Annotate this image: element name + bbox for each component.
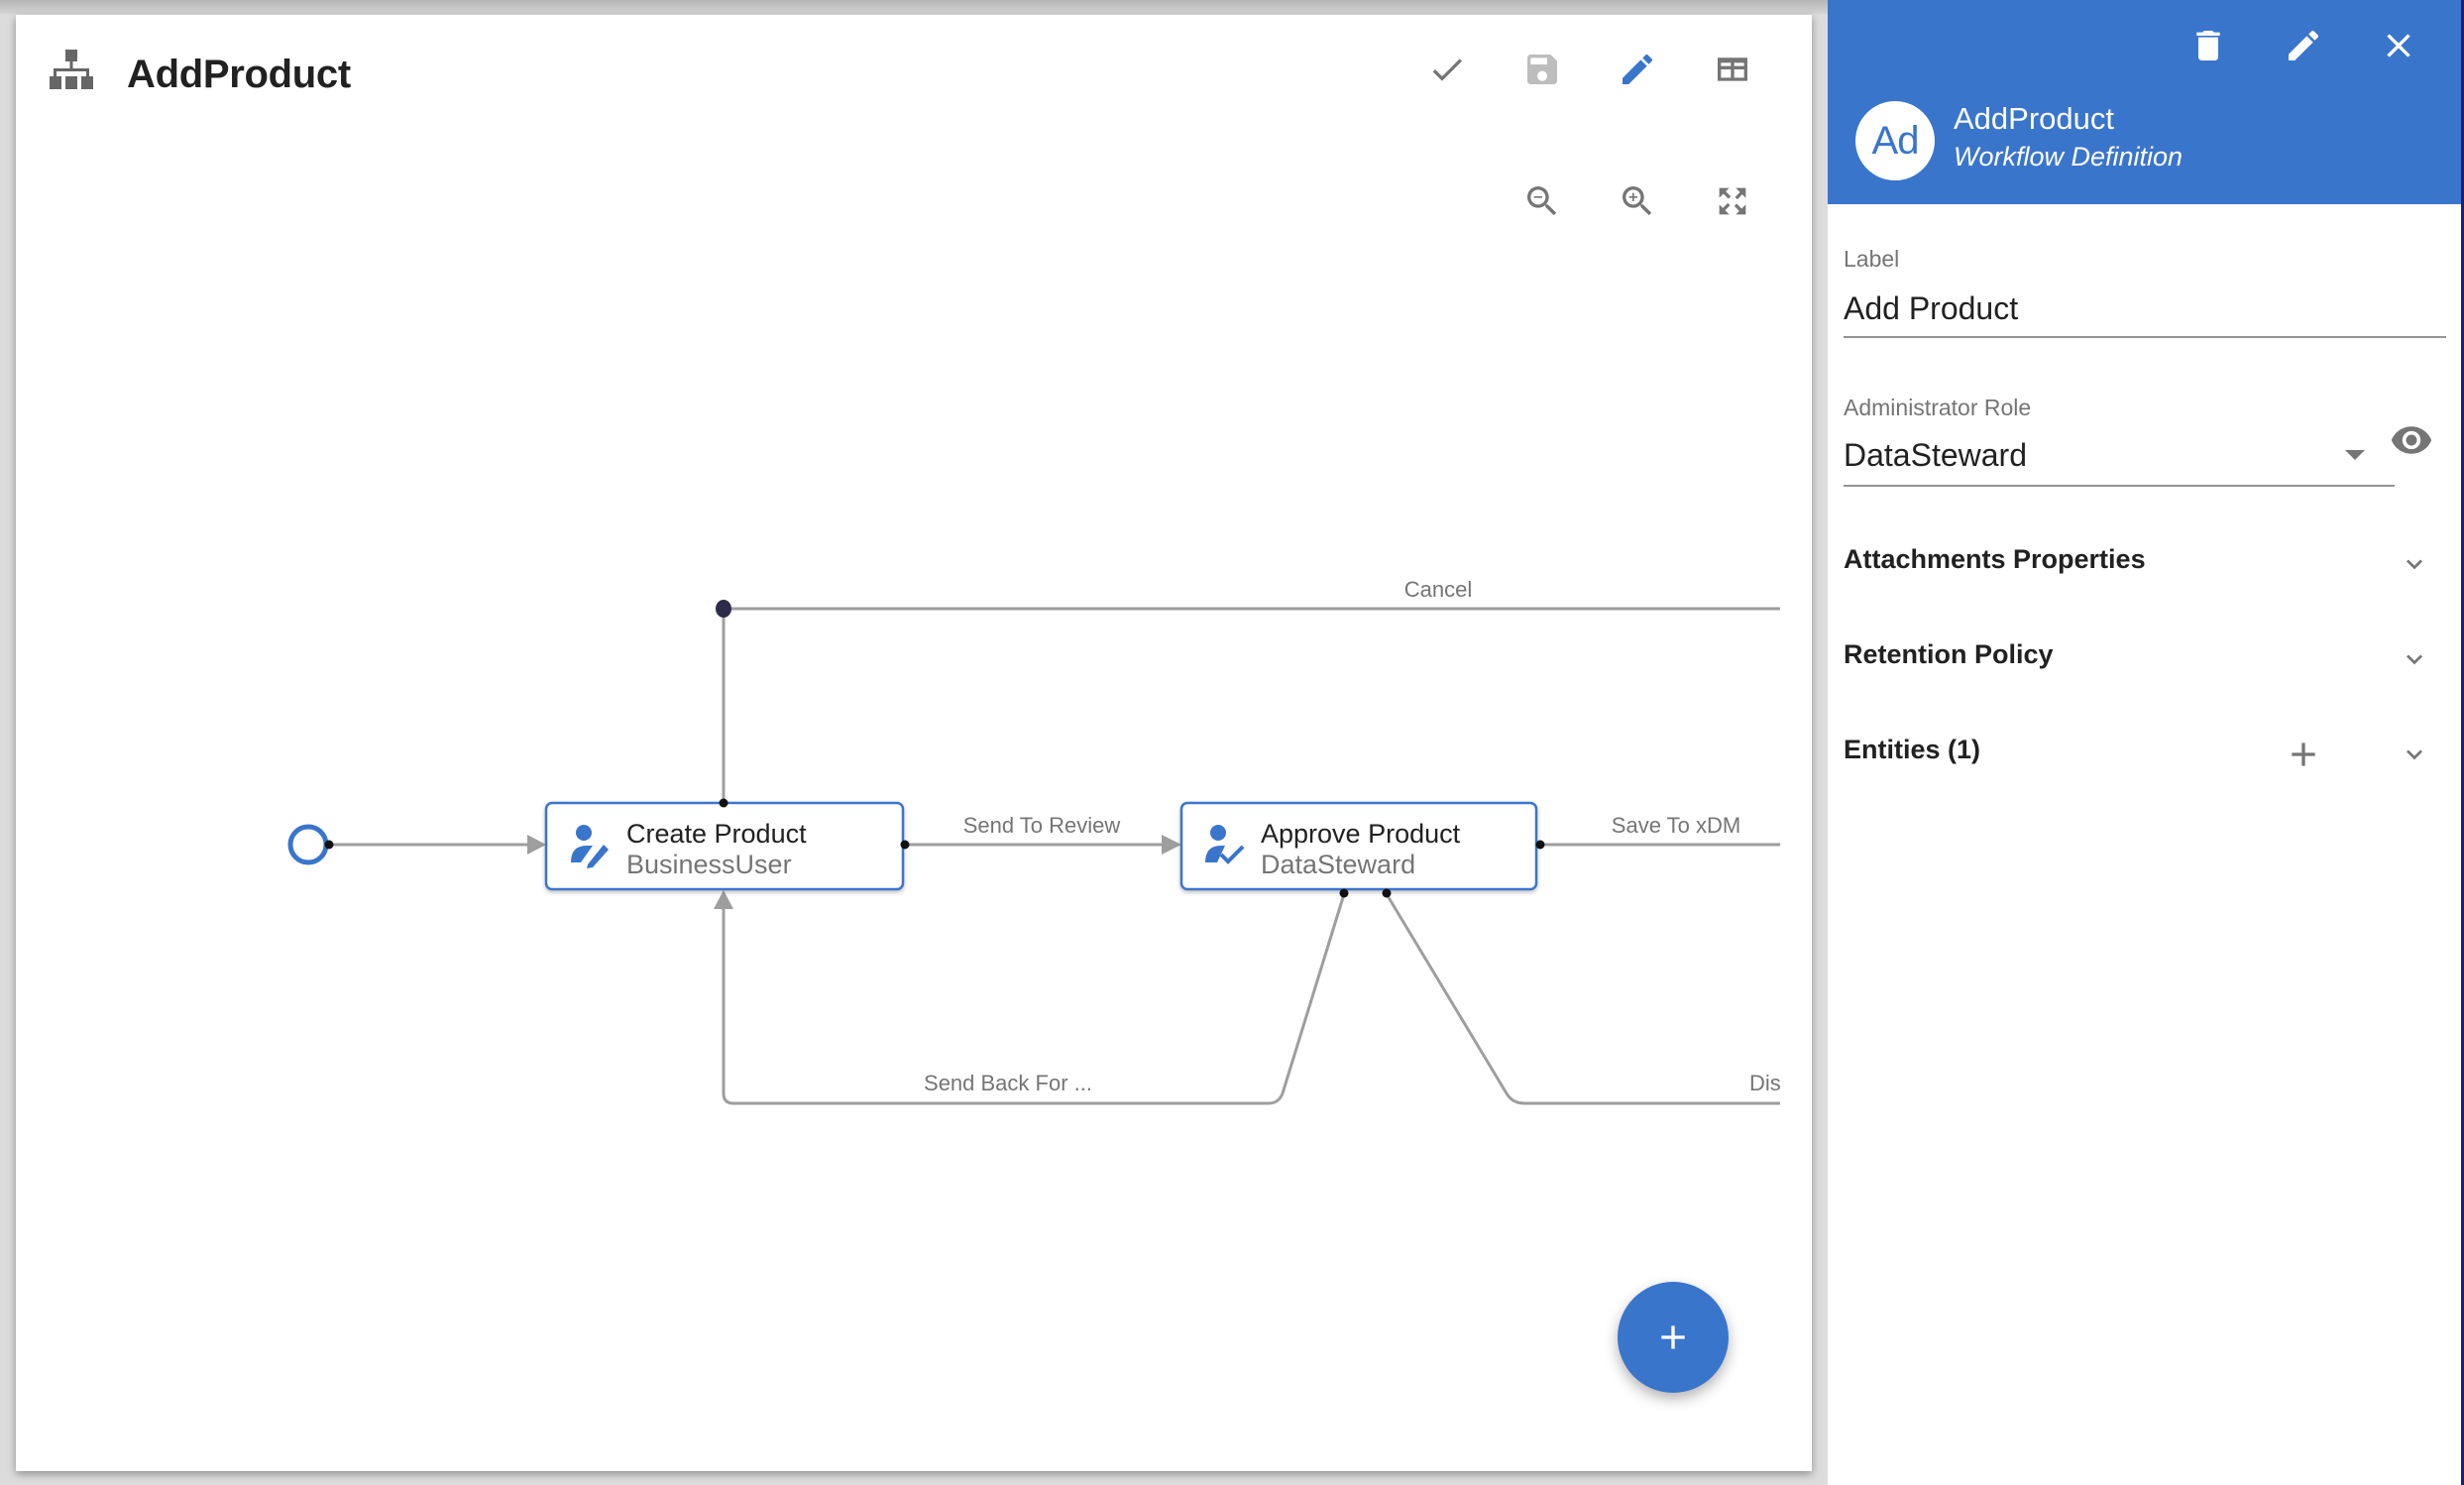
section-title: Attachments Properties — [1844, 546, 2146, 573]
panel-header: Ad AddProduct Workflow Definition — [1828, 0, 2461, 204]
panel-subtitle: Workflow Definition — [1954, 144, 2183, 171]
section-title: Retention Policy — [1844, 641, 2054, 668]
panel-title: AddProduct — [1954, 103, 2114, 134]
dropdown-arrow-icon[interactable] — [2343, 448, 2367, 462]
edge-save-to-xdm[interactable]: Save To xDM — [1540, 813, 1780, 845]
workflow-canvas-card: AddProduct — [16, 15, 1812, 1471]
edge-send-back[interactable]: Send Back For ... — [714, 890, 1344, 1103]
connection-port — [325, 841, 334, 850]
edge-label-discard: Dis — [1749, 1071, 1781, 1095]
avatar: Ad — [1855, 101, 1935, 180]
add-entity-button[interactable] — [2282, 733, 2325, 776]
label-field-label: Label — [1844, 248, 1899, 271]
arrowhead — [527, 835, 546, 855]
task-node-approve-product[interactable]: Approve Product DataSteward — [1181, 803, 1545, 898]
node-role: BusinessUser — [626, 850, 792, 879]
section-retention-policy[interactable]: Retention Policy — [1844, 626, 2448, 685]
close-icon — [2379, 26, 2418, 65]
edge-label-cancel: Cancel — [1404, 577, 1472, 602]
edge-label-save-to-xdm: Save To xDM — [1612, 813, 1740, 838]
trash-icon — [2188, 26, 2228, 65]
node-title: Approve Product — [1261, 819, 1461, 849]
chevron-down-icon[interactable] — [2399, 739, 2430, 770]
edit-button[interactable] — [2276, 18, 2331, 73]
connection-port — [1383, 889, 1392, 898]
admin-role-select[interactable]: DataSteward — [1844, 439, 2369, 471]
workflow-diagram[interactable]: Send To Review Cancel Save To xDM Send B… — [16, 15, 1812, 1471]
edge-discard[interactable]: Dis — [1387, 894, 1781, 1103]
section-attachments-properties[interactable]: Attachments Properties — [1844, 530, 2448, 590]
label-input-underline — [1844, 336, 2446, 338]
edge-label-send-back: Send Back For ... — [924, 1071, 1092, 1095]
label-input[interactable] — [1844, 290, 2438, 327]
node-title: Create Product — [626, 819, 807, 849]
admin-role-label: Administrator Role — [1844, 397, 2031, 419]
chevron-down-icon[interactable] — [2399, 548, 2430, 580]
edge-send-to-review[interactable]: Send To Review — [906, 813, 1181, 855]
add-step-fab[interactable] — [1618, 1282, 1729, 1393]
edge-label-send-to-review: Send To Review — [963, 813, 1121, 838]
connection-port — [720, 799, 728, 808]
connection-port — [1340, 889, 1349, 898]
node-role: DataSteward — [1261, 850, 1415, 879]
section-title: Entities (1) — [1844, 737, 1980, 763]
close-button[interactable] — [2371, 18, 2426, 73]
delete-button[interactable] — [2181, 18, 2236, 73]
edge-start-to-create[interactable] — [329, 835, 546, 855]
edge-waypoint — [716, 600, 731, 618]
eye-icon — [2390, 418, 2433, 462]
section-entities[interactable]: Entities (1) — [1844, 721, 2448, 780]
admin-role-underline — [1844, 485, 2395, 487]
chevron-down-icon[interactable] — [2399, 643, 2430, 675]
connection-port — [901, 841, 910, 850]
properties-panel: Ad AddProduct Workflow Definition Label … — [1828, 0, 2461, 1485]
start-event[interactable] — [290, 827, 326, 862]
edge-cancel[interactable]: Cancel — [716, 577, 1780, 803]
pencil-icon — [2284, 26, 2323, 65]
task-node-create-product[interactable]: Create Product BusinessUser — [546, 799, 910, 890]
plus-icon — [1653, 1317, 1693, 1357]
arrowhead — [714, 890, 733, 909]
arrowhead — [1162, 835, 1181, 855]
plus-icon — [2284, 735, 2323, 774]
view-role-button[interactable] — [2390, 418, 2433, 462]
connection-port — [1536, 841, 1545, 850]
